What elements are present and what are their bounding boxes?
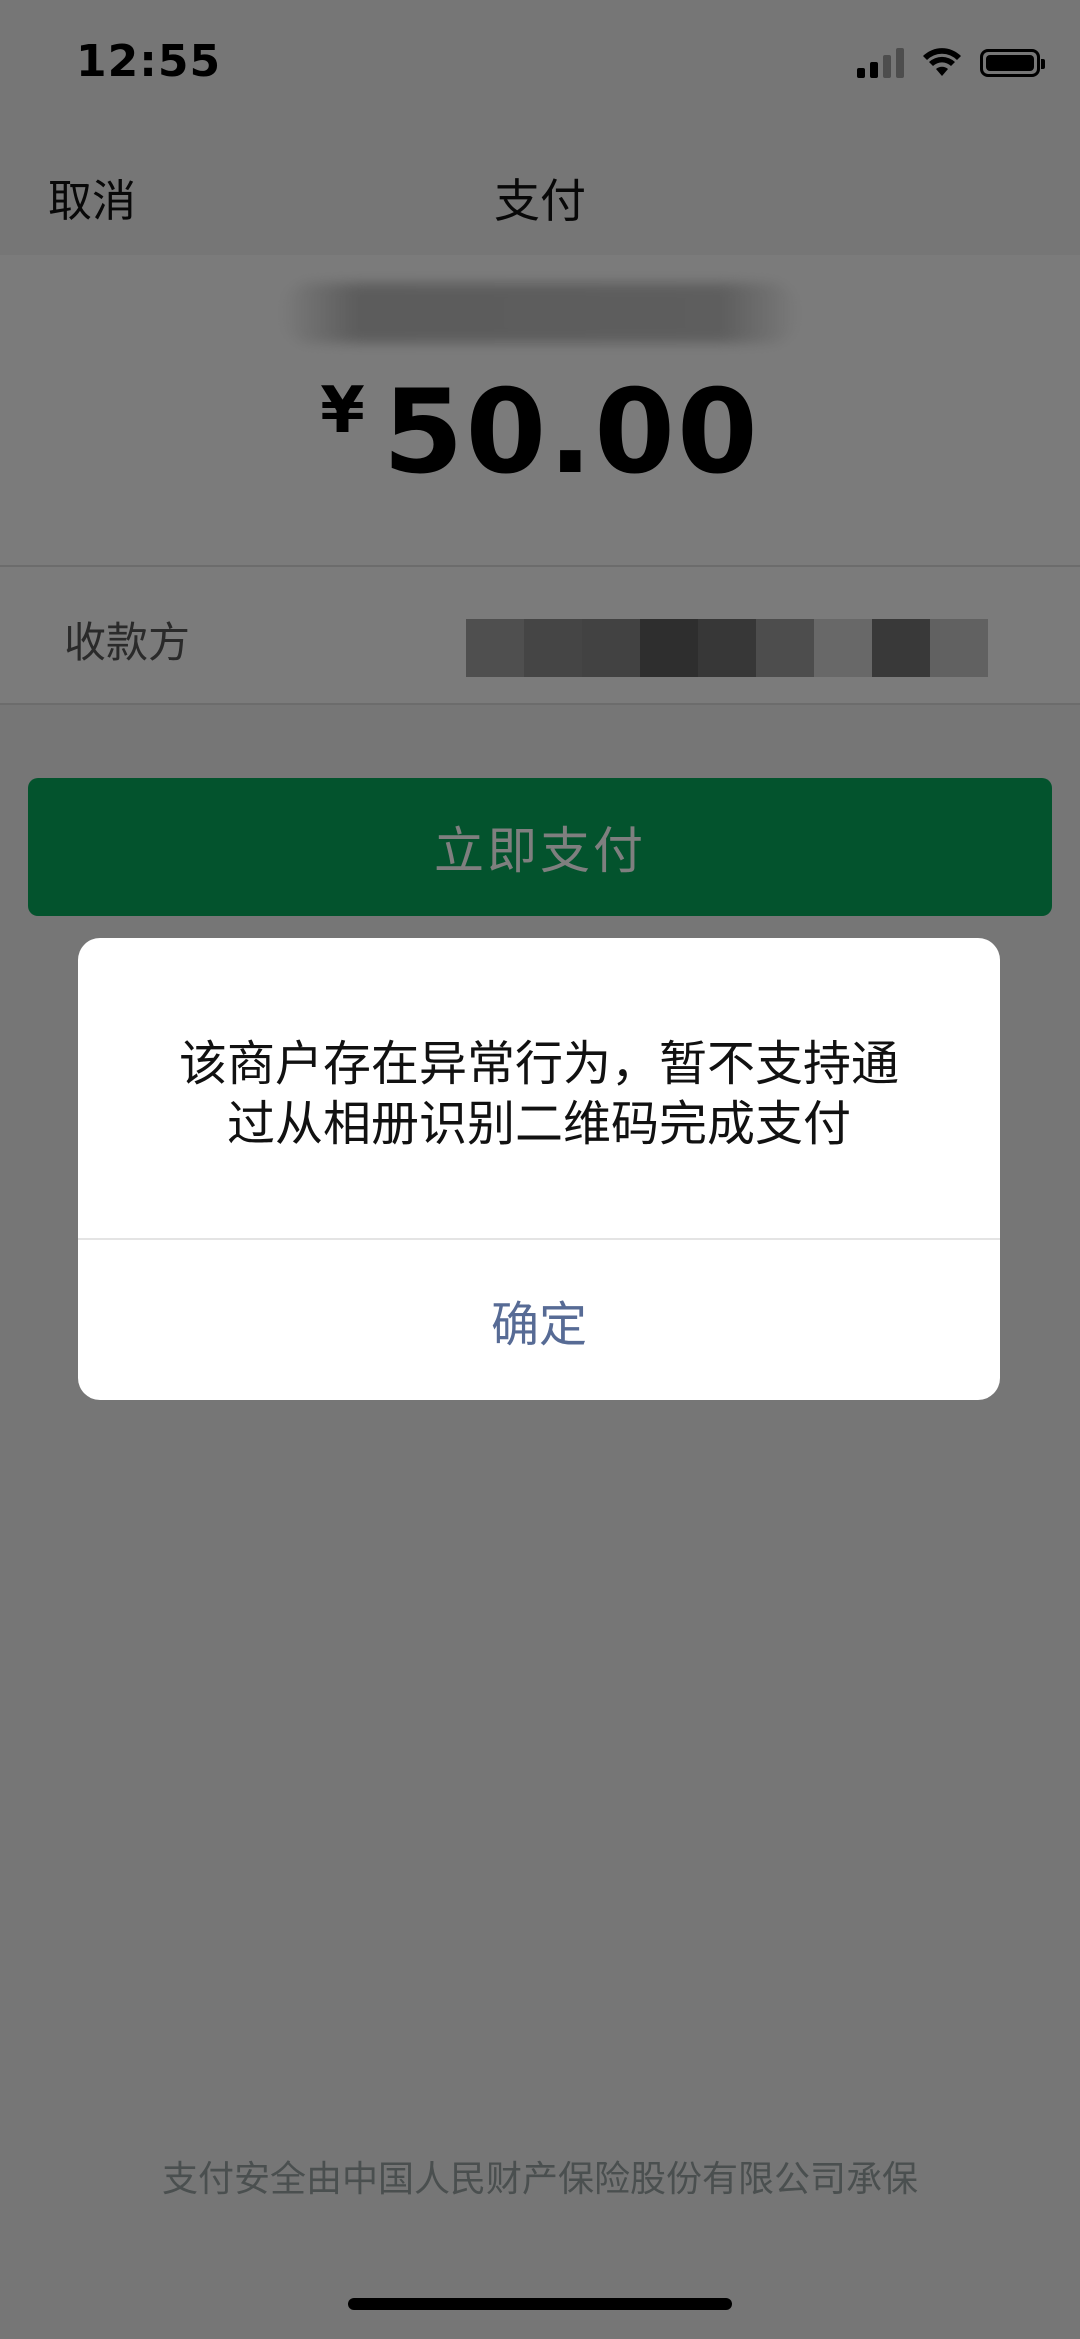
insurance-notice: 支付安全由中国人民财产保险股份有限公司承保 — [161, 2159, 918, 2200]
payment-screen: 12:55 取消 支付 ¥50.00 收款方 — [0, 0, 1080, 2339]
dialog-message-line-1: 该商户存在异常行为，暂不支持通 — [178, 1036, 899, 1092]
confirm-button[interactable]: 确定 — [78, 1240, 1000, 1400]
home-indicator[interactable] — [348, 2298, 732, 2310]
dialog-message: 该商户存在异常行为，暂不支持通 过从相册识别二维码完成支付 — [138, 1034, 940, 1154]
dialog-message-line-2: 过从相册识别二维码完成支付 — [226, 1096, 851, 1152]
alert-dialog: 该商户存在异常行为，暂不支持通 过从相册识别二维码完成支付 确定 — [78, 938, 1000, 1400]
